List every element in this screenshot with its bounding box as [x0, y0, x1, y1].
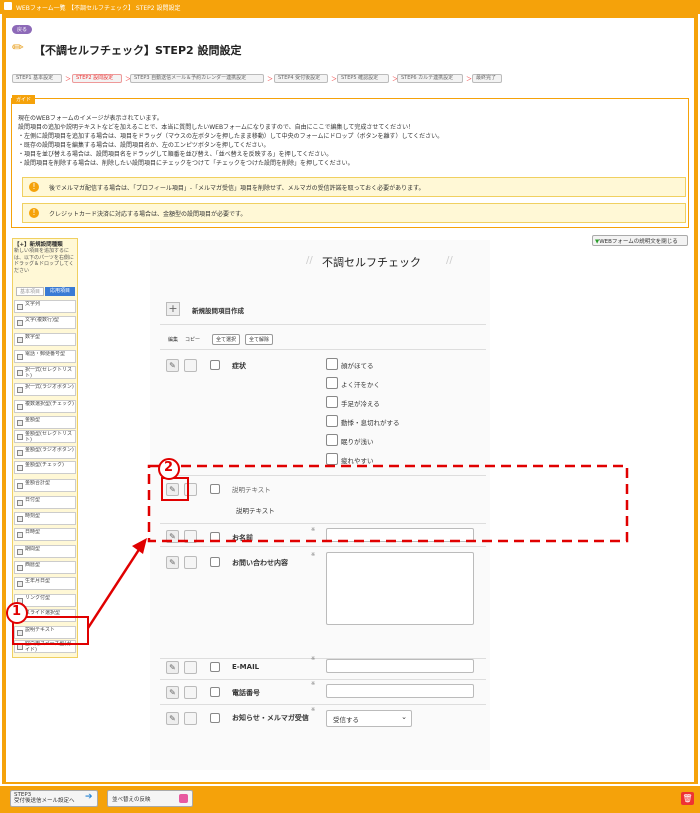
apply-order-button[interactable]: 並べ替えの反映: [107, 790, 193, 807]
annotation-layer: [6, 458, 629, 645]
annotation-arrow-head: [132, 538, 147, 554]
annotation-number-1: 1: [12, 604, 22, 619]
annotation-dashed-box: [147, 464, 629, 543]
annotation-number-2: 2: [164, 460, 174, 475]
bottom-bar: [0, 786, 700, 813]
annotation-arrow-line: [86, 547, 142, 629]
annotation-pencil-highlight: [161, 477, 189, 501]
arrow-right-icon: ➔: [85, 792, 93, 802]
reorder-icon: [179, 794, 188, 803]
apply-order-label: 並べ替えの反映: [112, 797, 151, 803]
trash-icon[interactable]: 🗑: [681, 792, 694, 805]
